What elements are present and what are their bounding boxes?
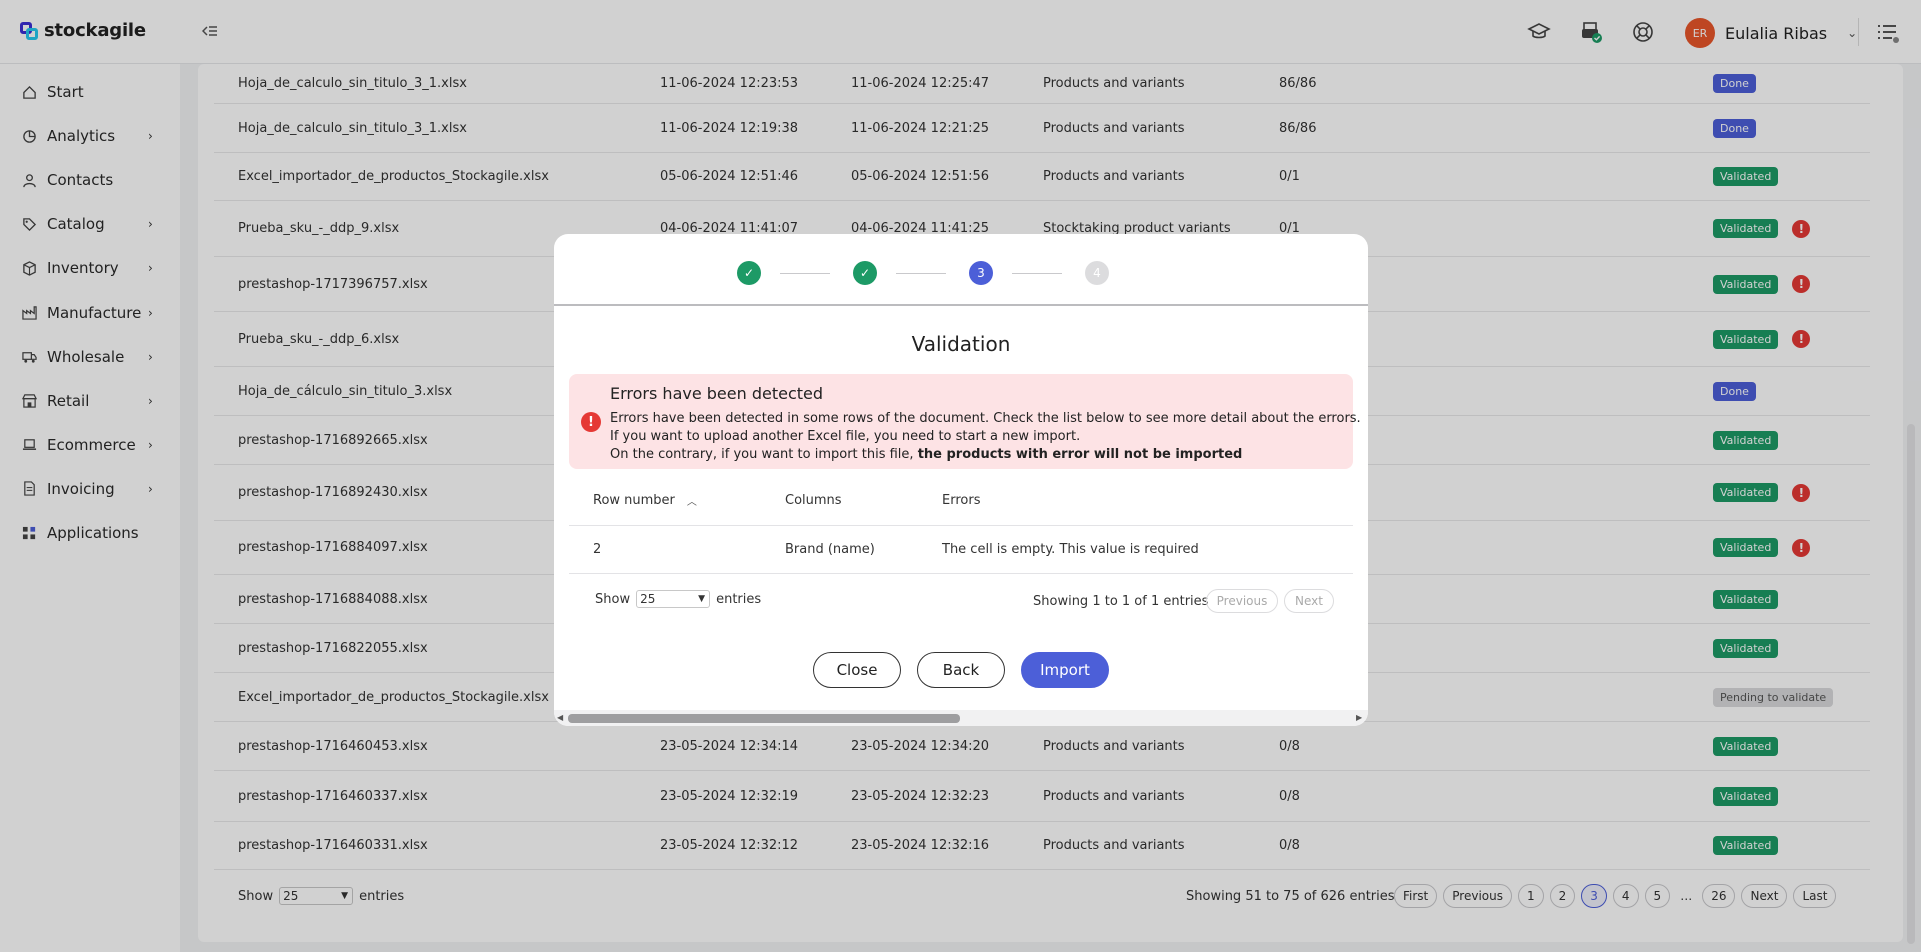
page-scrollbar[interactable] — [1907, 64, 1915, 952]
modal-page-size-select[interactable]: 25 ▼ — [636, 590, 711, 608]
import-button[interactable]: Import — [1021, 652, 1109, 688]
alert-title: Errors have been detected — [610, 384, 824, 403]
column-header-row-number[interactable]: Row number ︿ — [593, 476, 697, 525]
scrollbar-thumb[interactable] — [1907, 424, 1915, 944]
step-connector — [1012, 273, 1062, 274]
scroll-left-icon[interactable]: ◀ — [557, 713, 563, 722]
modal-horizontal-scrollbar[interactable]: ◀ ▶ — [554, 710, 1368, 726]
column-header-errors[interactable]: Errors — [942, 476, 980, 525]
show-label: Show — [595, 591, 631, 607]
alert-line-1: Errors have been detected in some rows o… — [610, 411, 1361, 426]
modal-length-control: Show 25 ▼ entries — [595, 590, 761, 608]
error-alert: ! Errors have been detected Errors have … — [569, 374, 1361, 469]
alert-line-3: On the contrary, if you want to import t… — [610, 447, 1243, 462]
back-button[interactable]: Back — [917, 652, 1005, 688]
modal-table-info: Showing 1 to 1 of 1 entries — [1033, 594, 1209, 609]
modal-title: Validation — [911, 332, 1011, 356]
error-icon: ! — [581, 412, 601, 432]
scrollbar-thumb[interactable] — [568, 714, 960, 723]
errors-table-header: Row number ︿ Columns Errors — [569, 476, 1353, 526]
import-stepper: ✓ ✓ 3 4 — [554, 234, 1368, 306]
alert-line-2: If you want to upload another Excel file… — [610, 429, 1081, 444]
modal-previous-button[interactable]: Previous — [1206, 589, 1278, 613]
sort-ascending-icon: ︿ — [686, 497, 697, 508]
step-1-check-icon: ✓ — [737, 261, 761, 285]
table-row: 2 Brand (name) The cell is empty. This v… — [569, 526, 1353, 574]
step-2-check-icon: ✓ — [853, 261, 877, 285]
close-button[interactable]: Close — [813, 652, 901, 688]
error-column: Brand (name) — [785, 542, 875, 557]
step-connector — [780, 273, 830, 274]
error-row-number: 2 — [593, 542, 602, 557]
error-message: The cell is empty. This value is require… — [942, 542, 1199, 557]
column-header-columns[interactable]: Columns — [785, 476, 842, 525]
step-3: 3 — [969, 261, 993, 285]
entries-label: entries — [716, 591, 762, 607]
scroll-right-icon[interactable]: ▶ — [1356, 713, 1362, 722]
step-connector — [896, 273, 946, 274]
modal-next-button[interactable]: Next — [1284, 589, 1334, 613]
step-4: 4 — [1085, 261, 1109, 285]
alert-bold-note: the products with error will not be impo… — [917, 447, 1243, 462]
validation-modal: ✓ ✓ 3 4 Validation ! Errors have been detec… — [554, 234, 1368, 726]
